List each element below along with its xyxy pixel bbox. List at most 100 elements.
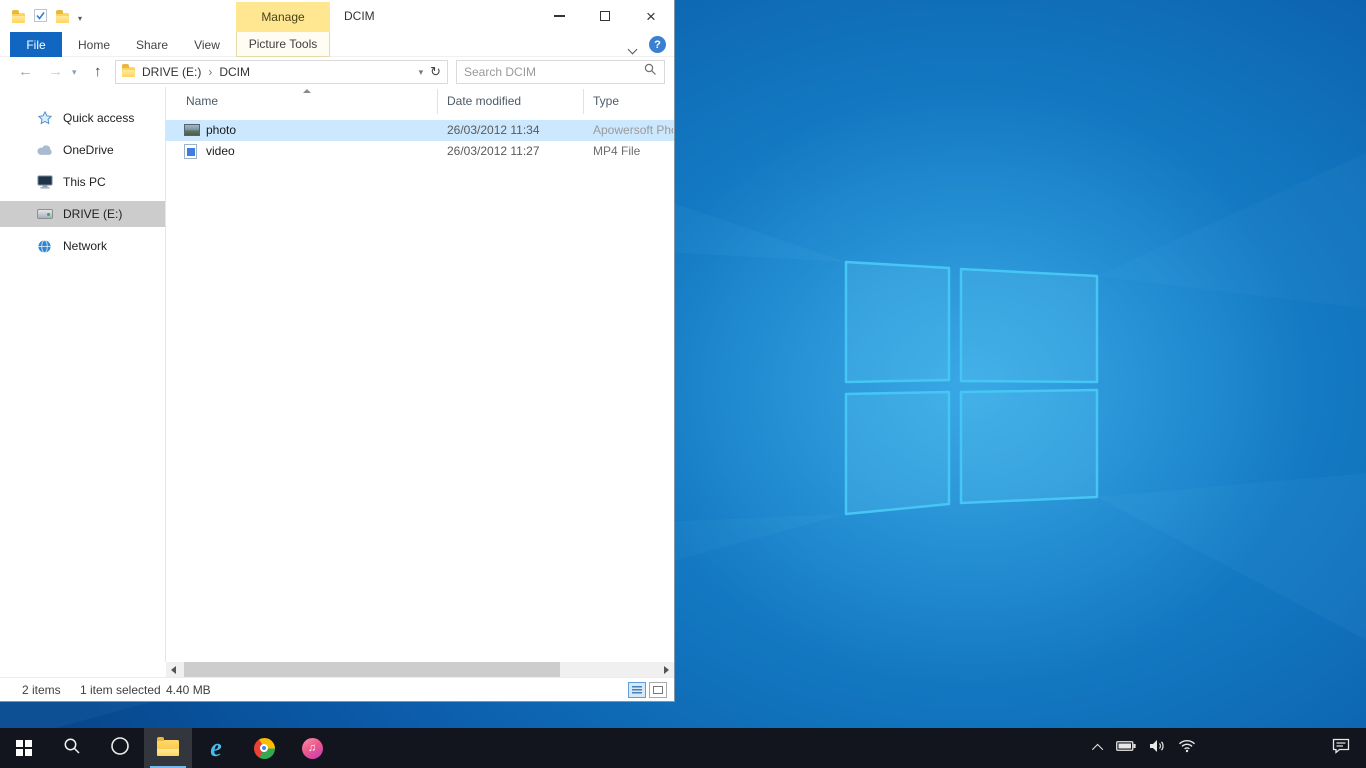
file-name: video — [206, 141, 235, 162]
details-view-button[interactable] — [628, 682, 646, 698]
sidebar-item-network[interactable]: Network — [0, 233, 165, 259]
pc-icon — [36, 175, 53, 189]
cortana-circle-icon — [110, 736, 130, 761]
titlebar: ▾ Manage DCIM × — [0, 0, 674, 32]
window-controls: × — [536, 0, 674, 32]
tab-view[interactable]: View — [184, 32, 230, 57]
system-tray — [1095, 728, 1366, 768]
search-icon[interactable] — [644, 63, 657, 81]
chrome-icon — [254, 738, 275, 759]
recent-locations-caret[interactable]: ▾ — [72, 57, 77, 87]
wifi-icon[interactable] — [1178, 739, 1196, 758]
drive-icon — [36, 209, 53, 219]
close-icon: × — [646, 8, 656, 25]
file-date-modified: 26/03/2012 11:34 — [447, 120, 540, 141]
new-folder-icon[interactable] — [56, 13, 69, 23]
folder-icon — [122, 67, 135, 77]
file-date-modified: 26/03/2012 11:27 — [447, 141, 540, 162]
minimize-button[interactable] — [536, 0, 582, 32]
cortana-button[interactable] — [96, 728, 144, 768]
contextual-group-manage[interactable]: Manage — [236, 2, 330, 32]
maximize-icon — [600, 11, 610, 21]
large-icons-view-button[interactable] — [649, 682, 667, 698]
navigation-pane: Quick access OneDrive This PC DRIVE (E:)… — [0, 87, 166, 662]
selection-size: 4.40 MB — [166, 678, 211, 702]
video-file-icon — [184, 144, 197, 159]
taskbar-search-button[interactable] — [48, 728, 96, 768]
window-title: DCIM — [344, 0, 375, 32]
horizontal-scrollbar[interactable] — [166, 662, 674, 677]
taskbar-itunes-button[interactable]: ♫ — [288, 728, 336, 768]
photo-file-icon — [184, 124, 200, 136]
column-header-name[interactable]: Name — [186, 94, 218, 108]
sidebar-item-label: Quick access — [63, 111, 134, 125]
file-rows: photo 26/03/2012 11:34 Apowersoft Pho vi… — [166, 120, 674, 162]
back-button[interactable]: ← — [18, 57, 33, 87]
large-icons-view-icon — [653, 686, 663, 694]
chevron-down-icon — [628, 45, 638, 55]
sidebar-item-onedrive[interactable]: OneDrive — [0, 137, 165, 163]
scrollbar-thumb[interactable] — [184, 662, 560, 677]
file-explorer-window: ▾ Manage DCIM × File Home Share View Pic… — [0, 0, 675, 702]
sidebar-item-this-pc[interactable]: This PC — [0, 169, 165, 195]
checkmark-icon[interactable] — [34, 9, 47, 27]
sidebar-item-label: Network — [63, 239, 107, 253]
manage-label: Manage — [261, 10, 304, 24]
sidebar-item-label: This PC — [63, 175, 106, 189]
tray-chevron-up-icon[interactable] — [1095, 744, 1103, 752]
address-bar[interactable]: DRIVE (E:) › DCIM ▾ ↻ — [115, 60, 448, 84]
ribbon-expand-button[interactable] — [629, 40, 636, 58]
caret-down-icon[interactable]: ▾ — [78, 14, 82, 23]
taskbar-internet-explorer-button[interactable]: e — [192, 728, 240, 768]
selection-status: 1 item selected — [80, 678, 161, 702]
close-button[interactable]: × — [628, 0, 674, 32]
address-dropdown-caret[interactable]: ▾ — [414, 67, 429, 78]
sort-ascending-icon — [303, 89, 311, 93]
search-icon — [63, 737, 81, 760]
triangle-left-icon — [171, 666, 176, 674]
speaker-icon[interactable] — [1149, 739, 1165, 758]
search-input[interactable] — [464, 65, 644, 79]
sidebar-item-drive-e[interactable]: DRIVE (E:) — [0, 201, 165, 227]
scroll-right-button[interactable] — [659, 662, 674, 677]
tab-home[interactable]: Home — [70, 32, 118, 57]
help-button[interactable]: ? — [649, 36, 666, 53]
search-box[interactable] — [456, 60, 665, 84]
tab-share[interactable]: Share — [128, 32, 176, 57]
start-button[interactable] — [0, 728, 48, 768]
file-type: MP4 File — [593, 141, 673, 162]
forward-button[interactable]: → — [48, 57, 63, 87]
tab-picture-tools[interactable]: Picture Tools — [236, 32, 330, 57]
column-header-type[interactable]: Type — [593, 94, 619, 108]
triangle-right-icon — [664, 666, 669, 674]
refresh-icon[interactable]: ↻ — [428, 64, 447, 80]
sidebar-item-quick-access[interactable]: Quick access — [0, 105, 165, 131]
breadcrumb-segment-dcim[interactable]: DCIM — [219, 65, 250, 79]
cloud-icon — [36, 145, 53, 156]
scroll-left-button[interactable] — [166, 662, 181, 677]
taskbar-file-explorer-button[interactable] — [144, 728, 192, 768]
minimize-icon — [554, 15, 565, 17]
column-separator[interactable] — [583, 89, 584, 114]
navigation-toolbar: ← → ▾ ↑ DRIVE (E:) › DCIM ▾ ↻ — [0, 57, 674, 87]
action-center-icon[interactable] — [1332, 738, 1350, 759]
taskbar-chrome-button[interactable] — [240, 728, 288, 768]
file-row-video[interactable]: video 26/03/2012 11:27 MP4 File — [166, 141, 674, 162]
file-type: Apowersoft Pho — [593, 120, 673, 141]
breadcrumb-chevron-icon[interactable]: › — [208, 65, 212, 79]
network-icon — [36, 239, 53, 254]
file-row-photo[interactable]: photo 26/03/2012 11:34 Apowersoft Pho — [166, 120, 674, 141]
ribbon-tab-row: File Home Share View Picture Tools ? — [0, 32, 674, 57]
up-button[interactable]: ↑ — [94, 57, 102, 87]
file-list: Name Date modified Type photo 26/03/2012… — [166, 87, 674, 662]
tab-file[interactable]: File — [10, 32, 62, 57]
maximize-button[interactable] — [582, 0, 628, 32]
battery-icon[interactable] — [1116, 739, 1136, 757]
internet-explorer-icon: e — [210, 735, 222, 761]
taskbar: e ♫ — [0, 728, 1366, 768]
itunes-icon: ♫ — [302, 738, 323, 759]
column-header-date-modified[interactable]: Date modified — [447, 94, 521, 108]
breadcrumb-segment-drive[interactable]: DRIVE (E:) — [142, 65, 201, 79]
column-separator[interactable] — [437, 89, 438, 114]
folder-icon[interactable] — [12, 13, 25, 23]
